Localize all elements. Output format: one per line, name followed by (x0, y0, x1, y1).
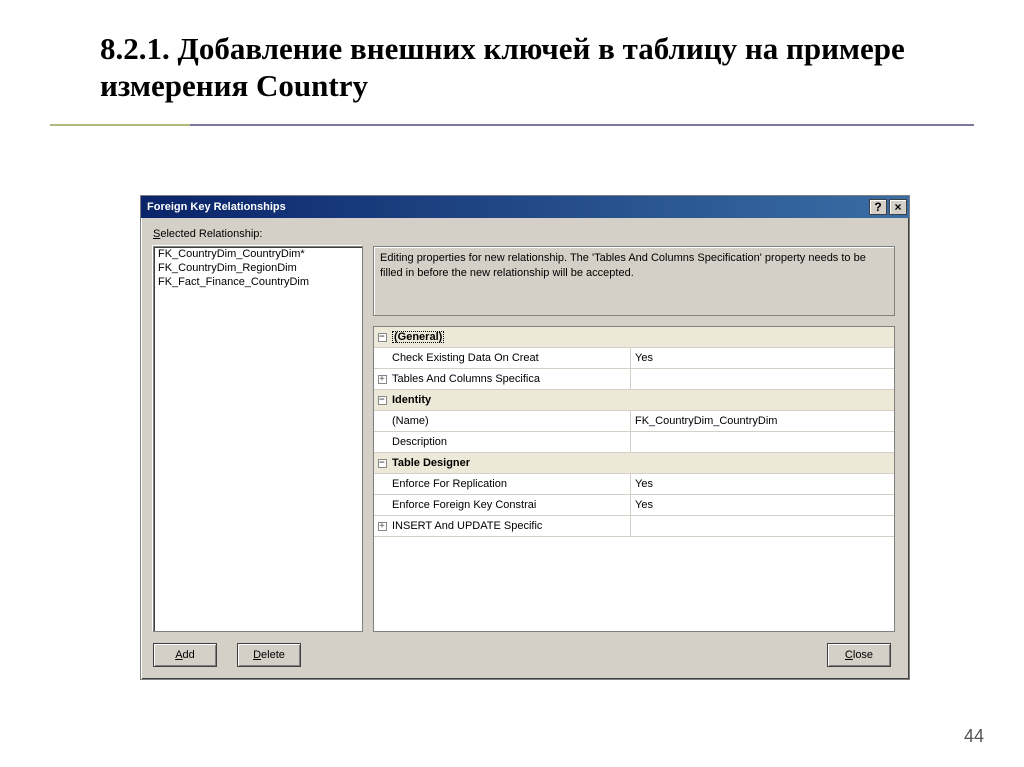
prop-description[interactable]: Description (374, 432, 894, 453)
property-grid[interactable]: − (General) Check Existing Data On Creat… (373, 326, 895, 632)
prop-enforce-replication[interactable]: Enforce For Replication Yes (374, 474, 894, 495)
add-button[interactable]: Add (153, 643, 217, 667)
dialog-body: Selected Relationship: FK_CountryDim_Cou… (141, 218, 909, 679)
dialog-title: Foreign Key Relationships (147, 201, 867, 213)
expand-icon[interactable]: + (374, 522, 390, 531)
foreign-key-relationships-dialog: Foreign Key Relationships ? × Selected R… (140, 195, 910, 680)
prop-check-existing[interactable]: Check Existing Data On Creat Yes (374, 348, 894, 369)
list-item[interactable]: FK_CountryDim_RegionDim (154, 261, 362, 275)
titlebar[interactable]: Foreign Key Relationships ? × (141, 196, 909, 218)
expand-icon[interactable]: + (374, 375, 390, 384)
close-button[interactable]: Close (827, 643, 891, 667)
info-panel: Editing properties for new relationship.… (373, 246, 895, 316)
prop-enforce-fk-constraint[interactable]: Enforce Foreign Key Constrai Yes (374, 495, 894, 516)
delete-button[interactable]: Delete (237, 643, 301, 667)
title-rule (50, 124, 974, 126)
prop-tables-columns-spec[interactable]: + Tables And Columns Specifica (374, 369, 894, 390)
selected-relationship-label: Selected Relationship: (153, 228, 897, 240)
relationship-listbox[interactable]: FK_CountryDim_CountryDim* FK_CountryDim_… (153, 246, 363, 632)
page-number: 44 (964, 726, 984, 747)
collapse-icon[interactable]: − (374, 333, 390, 342)
category-label: (General) (392, 331, 444, 343)
slide-title: 8.2.1. Добавление внешних ключей в табли… (0, 0, 1024, 114)
category-identity[interactable]: − Identity (374, 390, 894, 411)
category-general[interactable]: − (General) (374, 327, 894, 348)
collapse-icon[interactable]: − (374, 396, 390, 405)
prop-name[interactable]: (Name) FK_CountryDim_CountryDim (374, 411, 894, 432)
prop-insert-update-spec[interactable]: + INSERT And UPDATE Specific (374, 516, 894, 537)
list-item[interactable]: FK_Fact_Finance_CountryDim (154, 275, 362, 289)
collapse-icon[interactable]: − (374, 459, 390, 468)
category-table-designer[interactable]: − Table Designer (374, 453, 894, 474)
close-x-button[interactable]: × (889, 199, 907, 215)
list-item[interactable]: FK_CountryDim_CountryDim* (154, 247, 362, 261)
help-button[interactable]: ? (869, 199, 887, 215)
